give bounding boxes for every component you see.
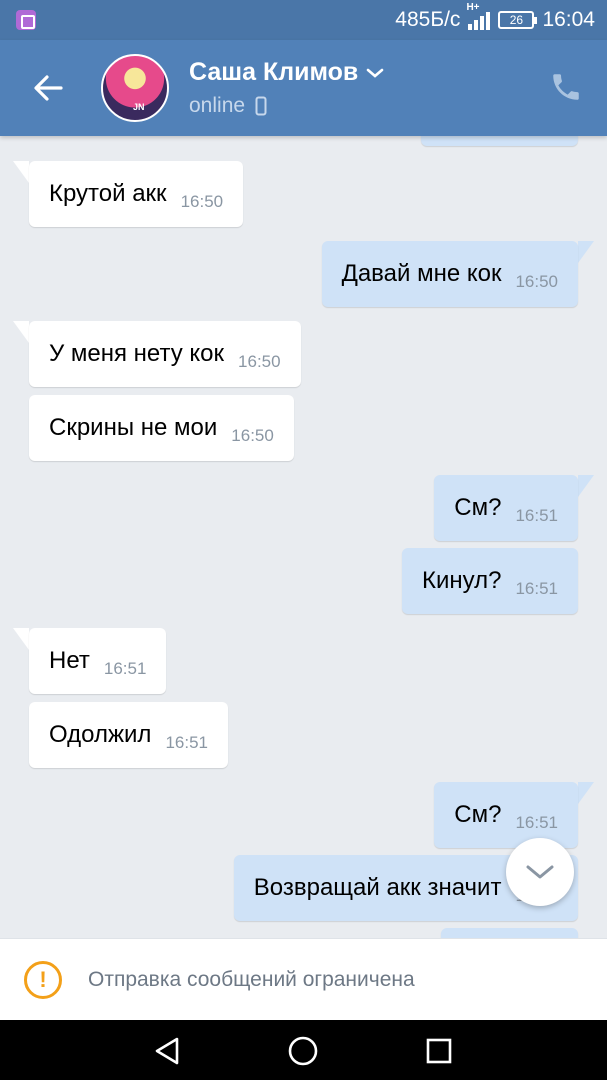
message-text: Скрины не мои [49, 414, 218, 441]
signal-icon: H+ [466, 2, 491, 30]
nav-back-button[interactable] [150, 1034, 184, 1068]
nav-recents-button[interactable] [422, 1034, 456, 1068]
back-button[interactable] [24, 68, 72, 108]
mobile-device-icon [255, 96, 267, 116]
scroll-down-button[interactable] [506, 838, 574, 906]
restriction-text: Отправка сообщений ограничена [88, 967, 415, 991]
message-time: 16:50 [238, 352, 281, 371]
message-text: См? [454, 801, 502, 828]
clock: 16:04 [542, 8, 595, 31]
network-speed: 485Б/с [395, 8, 461, 31]
message-bubble-outgoing[interactable]: Кинул? 16:51 [401, 548, 578, 614]
avatar[interactable] [101, 54, 169, 122]
chevron-down-icon [366, 68, 384, 78]
warning-icon: ! [24, 960, 62, 999]
message-time: 16:51 [515, 506, 558, 525]
call-button[interactable] [549, 70, 583, 104]
message-bubble-partial [441, 928, 578, 938]
message-time: 16:50 [231, 426, 274, 445]
messaging-restricted-bar: ! Отправка сообщений ограничена [0, 938, 607, 1020]
nav-home-icon [288, 1036, 318, 1066]
message-text: Давай мне кок [341, 260, 502, 287]
nav-back-icon [155, 1037, 179, 1065]
online-status: online [189, 94, 246, 117]
message-text: Нет [49, 647, 90, 674]
message-bubble-outgoing[interactable]: См? 16:51 [434, 782, 578, 848]
message-text: См? [454, 494, 502, 521]
chevron-down-icon [526, 865, 554, 879]
message-time: 16:51 [515, 579, 558, 598]
message-text: Возвращай акк значит [253, 874, 502, 901]
message-text: У меня нету кок [49, 340, 225, 367]
message-time: 16:51 [515, 813, 558, 832]
contact-status: online [189, 94, 267, 118]
battery-icon: 26 [498, 11, 538, 29]
message-bubble-incoming[interactable]: Крутой акк 16:50 [29, 161, 244, 227]
status-indicators: 485Б/с H+ 26 16:04 [395, 2, 595, 32]
message-list[interactable]: Крутой акк 16:50 Давай мне кок 16:50 У м… [0, 136, 607, 938]
nav-home-button[interactable] [286, 1034, 320, 1068]
network-type: H+ [466, 2, 480, 13]
message-bubble-incoming[interactable]: Нет 16:51 [29, 628, 167, 694]
contact-name: Саша Климов [189, 58, 359, 86]
message-time: 16:50 [180, 192, 224, 211]
message-time: 16:50 [515, 272, 558, 291]
message-time: 16:51 [103, 659, 147, 678]
message-text: Одолжил [49, 721, 152, 748]
arrow-left-icon [34, 75, 63, 101]
message-text: Кинул? [421, 567, 502, 594]
message-bubble-incoming[interactable]: Одолжил 16:51 [29, 702, 228, 768]
status-bar: 485Б/с H+ 26 16:04 [0, 0, 607, 40]
message-bubble-outgoing[interactable]: См? 16:51 [434, 475, 578, 541]
nav-recents-icon [426, 1038, 452, 1064]
message-time: 16:51 [165, 733, 208, 752]
contact-name-button[interactable]: Саша Климов [189, 58, 384, 87]
message-bubble-incoming[interactable]: У меня нету кок 16:50 [29, 321, 301, 387]
system-nav-bar [0, 1020, 607, 1080]
message-bubble-partial [421, 136, 578, 146]
chat-header: Саша Климов online [0, 40, 607, 136]
phone-icon [553, 74, 579, 100]
message-bubble-outgoing[interactable]: Давай мне кок 16:50 [321, 241, 578, 307]
message-text: Крутой акк [49, 180, 167, 207]
message-bubble-incoming[interactable]: Скрины не мои 16:50 [29, 395, 294, 461]
gallery-notification-icon [16, 10, 36, 30]
